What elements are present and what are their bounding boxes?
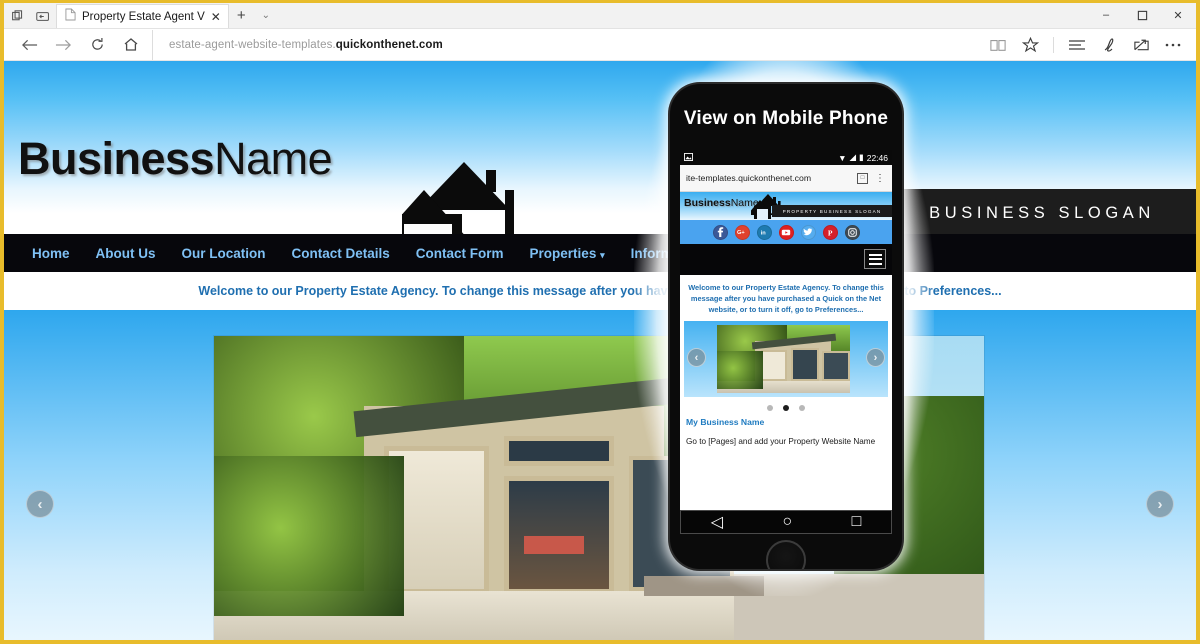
slideshow-next-button[interactable]: › xyxy=(1146,490,1174,518)
webpage-viewport: BusinessName BUSINESS SLOGAN G+ in P xyxy=(4,61,1196,640)
nav-item-home[interactable]: Home xyxy=(32,246,70,261)
status-indicators: ▼ ◢ ▮ 22:46 xyxy=(838,152,888,163)
tab-menu-chevron-down-icon[interactable]: ⌄ xyxy=(254,4,278,28)
android-home-icon[interactable]: ○ xyxy=(782,513,792,531)
mobile-site-logo[interactable]: BusinessName xyxy=(684,197,759,209)
phone-screen: ▼ ◢ ▮ 22:46 ite-templates.quickonthenet.… xyxy=(680,150,892,510)
minimize-button[interactable]: – xyxy=(1088,3,1124,28)
business-slogan: BUSINESS SLOGAN xyxy=(929,203,1155,222)
mobile-subtext: Go to [Pages] and add your Property Webs… xyxy=(686,437,876,447)
slideshow-dot[interactable] xyxy=(767,405,773,412)
phone-home-button[interactable] xyxy=(766,540,806,569)
phone-title: View on Mobile Phone xyxy=(683,108,889,129)
svg-text:G+: G+ xyxy=(737,230,745,236)
back-arrow-icon[interactable] xyxy=(12,30,46,60)
welcome-message-strip: Welcome to our Property Estate Agency. T… xyxy=(4,272,1196,310)
android-back-icon[interactable]: ◁ xyxy=(711,512,723,532)
tab-preview-icon[interactable] xyxy=(4,4,30,28)
mobile-google-plus-icon[interactable]: G+ xyxy=(734,224,750,240)
mobile-menu-kebab-icon[interactable]: ⋮ xyxy=(875,173,886,184)
star-icon[interactable] xyxy=(1015,30,1045,60)
maximize-button[interactable] xyxy=(1124,3,1160,28)
mobile-slogan: PROPERTY BUSINESS SLOGAN xyxy=(782,208,882,214)
hub-lines-icon[interactable] xyxy=(1062,30,1092,60)
mobile-pinterest-icon[interactable]: P xyxy=(822,224,838,240)
clock-time: 22:46 xyxy=(866,152,888,163)
hamburger-menu-icon[interactable] xyxy=(864,249,886,269)
set-aside-tabs-icon[interactable] xyxy=(30,4,56,28)
toolbar-divider xyxy=(1053,36,1054,53)
toolbar-actions xyxy=(983,30,1188,60)
mobile-navbar xyxy=(680,244,892,275)
nav-item-about-us[interactable]: About Us xyxy=(96,246,156,261)
wifi-icon: ▼ xyxy=(838,152,847,163)
battery-icon: ▮ xyxy=(859,152,864,162)
browser-tab[interactable]: Property Estate Agent V ✕ xyxy=(56,4,229,28)
site-logo[interactable]: BusinessName xyxy=(18,133,333,185)
tab-title: Property Estate Agent V xyxy=(82,10,205,23)
tab-strip: Property Estate Agent V ✕ + ⌄ – ✕ xyxy=(4,3,1196,29)
address-text: estate-agent-website-templates.quickonth… xyxy=(169,38,443,51)
new-tab-button[interactable]: + xyxy=(229,4,254,28)
mobile-facebook-icon[interactable] xyxy=(712,224,728,240)
nav-item-properties[interactable]: Properties ▾ xyxy=(530,246,605,261)
site-navigation: Home About Us Our Location Contact Detai… xyxy=(4,234,1196,272)
chevron-down-icon: ▾ xyxy=(600,249,605,260)
mobile-site-header: BusinessName PROPERTY BUSINESS SLOGAN xyxy=(680,192,892,220)
site-slideshow: ‹ › xyxy=(4,310,1196,640)
slideshow-dot-active[interactable] xyxy=(783,405,789,412)
site-header: BusinessName BUSINESS SLOGAN G+ in P xyxy=(4,61,1196,273)
browser-window-frame: Property Estate Agent V ✕ + ⌄ – ✕ estate… xyxy=(0,0,1200,644)
svg-text:in: in xyxy=(760,230,766,236)
mobile-slideshow-next-button[interactable]: › xyxy=(866,348,885,368)
nav-item-our-location[interactable]: Our Location xyxy=(182,246,266,261)
logo-bold-text: Business xyxy=(18,133,215,184)
logo-light-text: Name xyxy=(214,133,333,184)
mobile-social-bar: G+ in P xyxy=(680,220,892,244)
android-navigation-bar: ◁ ○ □ xyxy=(680,510,892,534)
nav-item-contact-details[interactable]: Contact Details xyxy=(292,246,390,261)
welcome-text-left: Welcome to our Property Estate Agency. T… xyxy=(198,284,713,298)
page-icon xyxy=(65,8,76,26)
slideshow-dot[interactable] xyxy=(799,405,805,412)
mobile-slideshow: ‹ › xyxy=(684,321,888,398)
mobile-business-name[interactable]: My Business Name xyxy=(680,415,892,427)
nav-item-contact-form[interactable]: Contact Form xyxy=(416,246,504,261)
share-icon[interactable] xyxy=(1126,30,1156,60)
mobile-property-photo xyxy=(717,325,850,394)
mobile-linkedin-icon[interactable]: in xyxy=(756,224,772,240)
home-icon[interactable] xyxy=(114,30,148,60)
mobile-phone-mockup: View on Mobile Phone ▼ ◢ ▮ 22:46 ite-tem… xyxy=(670,84,902,569)
slideshow-dots xyxy=(680,397,892,415)
mobile-slogan-band: PROPERTY BUSINESS SLOGAN xyxy=(772,205,892,217)
mobile-address-bar[interactable]: ite-templates.quickonthenet.com □ ⋮ xyxy=(680,165,892,192)
image-notification-icon xyxy=(684,152,693,163)
mobile-instagram-icon[interactable] xyxy=(844,224,860,240)
mobile-youtube-icon[interactable] xyxy=(778,224,794,240)
pen-icon[interactable] xyxy=(1094,30,1124,60)
mobile-welcome-text: Welcome to our Property Estate Agency. T… xyxy=(688,283,884,315)
android-status-bar: ▼ ◢ ▮ 22:46 xyxy=(680,150,892,165)
book-icon[interactable] xyxy=(983,30,1013,60)
forward-arrow-icon[interactable] xyxy=(46,30,80,60)
slogan-band: BUSINESS SLOGAN xyxy=(888,189,1196,237)
mobile-slideshow-prev-button[interactable]: ‹ xyxy=(687,348,706,368)
mobile-twitter-icon[interactable] xyxy=(800,224,816,240)
browser-toolbar: estate-agent-website-templates.quickonth… xyxy=(4,29,1196,61)
address-bar[interactable]: estate-agent-website-templates.quickonth… xyxy=(152,29,983,60)
svg-text:P: P xyxy=(827,228,832,237)
refresh-icon[interactable] xyxy=(80,30,114,60)
tab-count-icon[interactable]: □ xyxy=(857,172,868,184)
mobile-url-text: ite-templates.quickonthenet.com xyxy=(686,173,812,183)
slideshow-prev-button[interactable]: ‹ xyxy=(26,490,54,518)
close-button[interactable]: ✕ xyxy=(1160,3,1196,28)
tab-close-button[interactable]: ✕ xyxy=(211,11,221,23)
window-controls: – ✕ xyxy=(1088,3,1196,28)
ellipsis-icon[interactable] xyxy=(1158,30,1188,60)
android-recents-icon[interactable]: □ xyxy=(852,513,862,531)
signal-icon: ◢ xyxy=(849,152,857,162)
